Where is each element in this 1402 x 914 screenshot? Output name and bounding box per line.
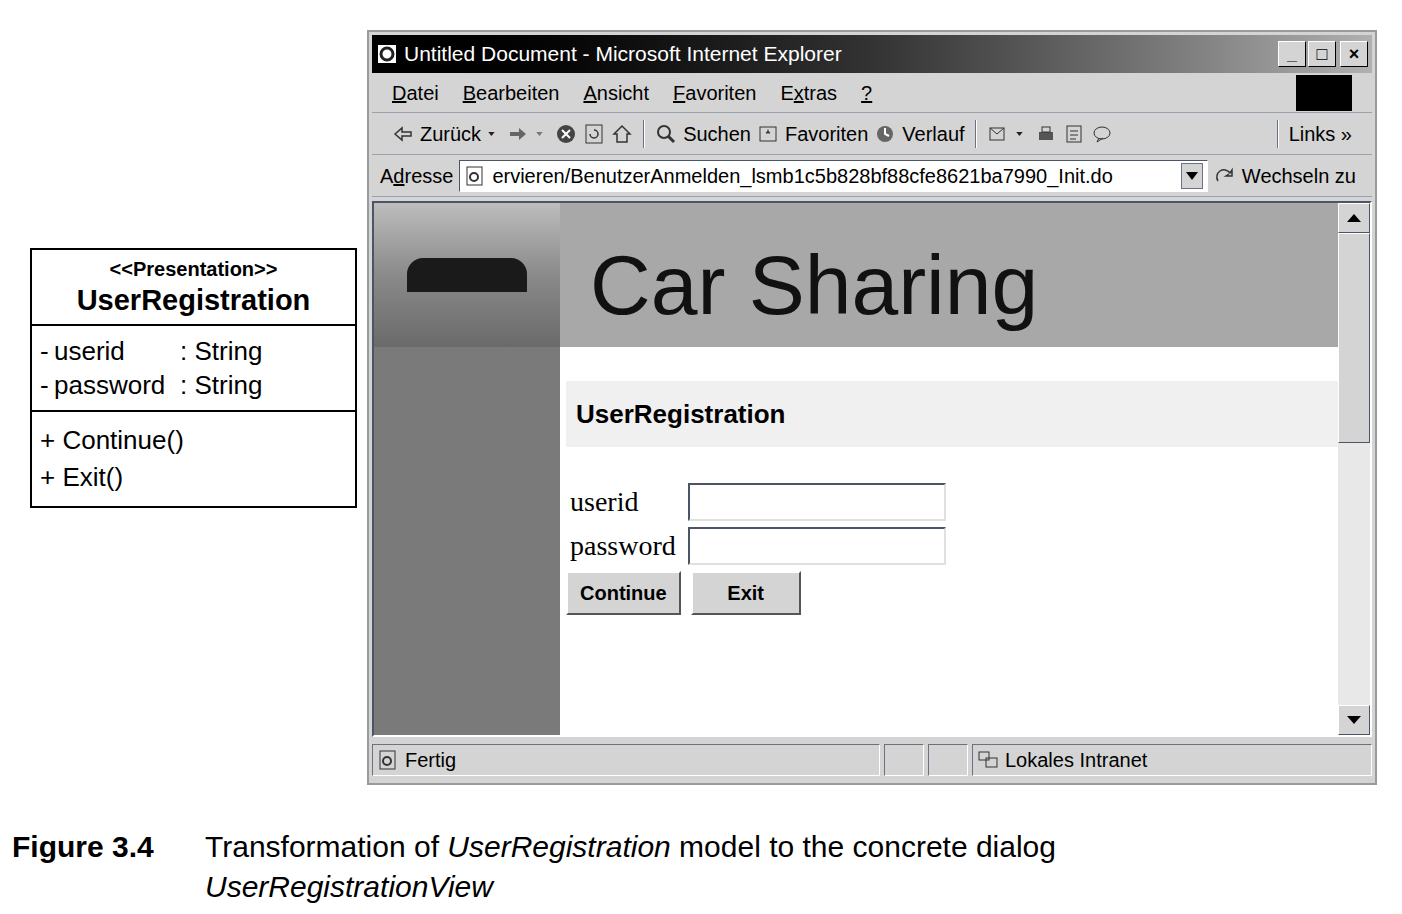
figure-caption: Figure 3.4Transformation of UserRegistra… [0, 827, 1402, 907]
home-icon [611, 123, 633, 145]
field-label: password [570, 528, 676, 564]
menu-item[interactable]: Datei [392, 78, 439, 108]
search-icon [655, 123, 677, 145]
discuss-icon [1091, 123, 1113, 145]
form-buttons: ContinueExit [566, 571, 1338, 615]
form-button[interactable]: Continue [566, 571, 681, 615]
left-column [374, 203, 560, 735]
uml-operation: + Exit() [40, 459, 347, 496]
page-icon [377, 749, 399, 771]
status-text: Fertig [405, 745, 456, 775]
text-input[interactable] [688, 527, 946, 565]
zone-text: Lokales Intranet [1005, 745, 1147, 775]
caption-text: Transformation of UserRegistration model… [205, 827, 1205, 907]
back-arrow-icon [392, 123, 414, 145]
scroll-up-button[interactable] [1338, 203, 1370, 233]
uml-operations: + Continue()+ Exit() [32, 412, 355, 506]
address-field[interactable]: ervieren/BenutzerAnmelden_lsmb1c5b828bf8… [459, 160, 1207, 192]
dropdown-icon [535, 123, 549, 145]
ie-icon [376, 43, 398, 65]
scrollbar[interactable] [1338, 203, 1370, 735]
mail-icon [987, 123, 1009, 145]
search-button[interactable]: Suchen [683, 119, 751, 149]
menu-item[interactable]: ? [861, 78, 872, 108]
form-area: UserRegistration userid password ContinueEx… [560, 347, 1338, 615]
toolbar: Zurück Suchen Favoriten Verlauf Links » [372, 113, 1372, 155]
links-button[interactable]: Links » [1289, 119, 1352, 149]
go-arrow-icon [1214, 165, 1236, 187]
up-arrow-icon [1347, 214, 1361, 222]
dropdown-icon [1015, 123, 1029, 145]
car-photo [374, 203, 560, 347]
window-control-button[interactable]: □ [1308, 41, 1336, 67]
uml-stereotype: <<Presentation>> [110, 256, 278, 282]
history-icon [874, 123, 896, 145]
page-icon [464, 165, 486, 187]
favorites-icon [757, 123, 779, 145]
edit-icon [1063, 123, 1085, 145]
intranet-icon [977, 749, 999, 771]
dropdown-icon [1186, 172, 1198, 180]
favorites-button[interactable]: Favoriten [785, 119, 868, 149]
menu-item[interactable]: Ansicht [583, 78, 649, 108]
print-icon [1035, 123, 1057, 145]
menu-item[interactable]: Extras [780, 78, 837, 108]
caption-label: Figure 3.4 [12, 827, 205, 907]
field-label: userid [570, 484, 676, 520]
stop-icon [555, 123, 577, 145]
uml-attribute: -userid: String [40, 334, 347, 368]
banner-title: Car Sharing [590, 223, 1038, 327]
ie-logo-icon [1296, 75, 1352, 111]
toolbar-separator [975, 120, 977, 148]
history-button[interactable]: Verlauf [902, 119, 964, 149]
back-button[interactable]: Zurück [420, 119, 481, 149]
scroll-thumb[interactable] [1338, 233, 1370, 443]
refresh-icon [583, 123, 605, 145]
address-bar: Adresseervieren/BenutzerAnmelden_lsmb1c5… [372, 155, 1372, 197]
toolbar-separator [643, 120, 645, 148]
scroll-down-button[interactable] [1338, 705, 1370, 735]
title-bar: Untitled Document - Microsoft Internet E… [372, 35, 1372, 73]
forward-arrow-icon [507, 123, 529, 145]
window-control-button[interactable]: × [1340, 41, 1368, 67]
menu-item[interactable]: Bearbeiten [463, 78, 560, 108]
window-title: Untitled Document - Microsoft Internet E… [404, 38, 1278, 70]
dropdown-icon [487, 123, 501, 145]
figure-page: <<Presentation>>UserRegistration-userid:… [0, 0, 1402, 914]
form-button[interactable]: Exit [691, 571, 801, 615]
menu-item[interactable]: Favoriten [673, 78, 756, 108]
uml-operation: + Continue() [40, 422, 347, 459]
menu-bar: Datei Bearbeiten Ansicht Favoriten Extras? [372, 73, 1372, 113]
go-button[interactable]: Wechseln zu [1242, 161, 1364, 191]
text-input[interactable] [688, 483, 946, 521]
browser-window: Untitled Document - Microsoft Internet E… [367, 30, 1377, 785]
address-label: Adresse [380, 161, 453, 191]
status-bar: Fertig Lokales Intranet [372, 741, 1372, 779]
figure-body: <<Presentation>>UserRegistration-userid:… [0, 0, 1402, 785]
page-content: Car Sharing UserRegistration userid passwor… [372, 201, 1372, 737]
uml-class-name: UserRegistration [77, 282, 311, 318]
window-control-button[interactable]: _ [1278, 41, 1306, 67]
toolbar-separator [1277, 120, 1279, 148]
banner: Car Sharing [560, 203, 1338, 347]
address-dropdown-button[interactable] [1181, 163, 1203, 189]
form-fields: userid password [566, 483, 946, 565]
uml-attributes: -userid: String-password: String [32, 326, 355, 412]
uml-header: <<Presentation>>UserRegistration [32, 250, 355, 326]
page-main: Car Sharing UserRegistration userid passwor… [560, 203, 1338, 735]
uml-attribute: -password: String [40, 368, 347, 402]
form-heading: UserRegistration [566, 381, 1338, 447]
uml-class-box: <<Presentation>>UserRegistration-userid:… [30, 248, 357, 508]
down-arrow-icon [1347, 716, 1361, 724]
